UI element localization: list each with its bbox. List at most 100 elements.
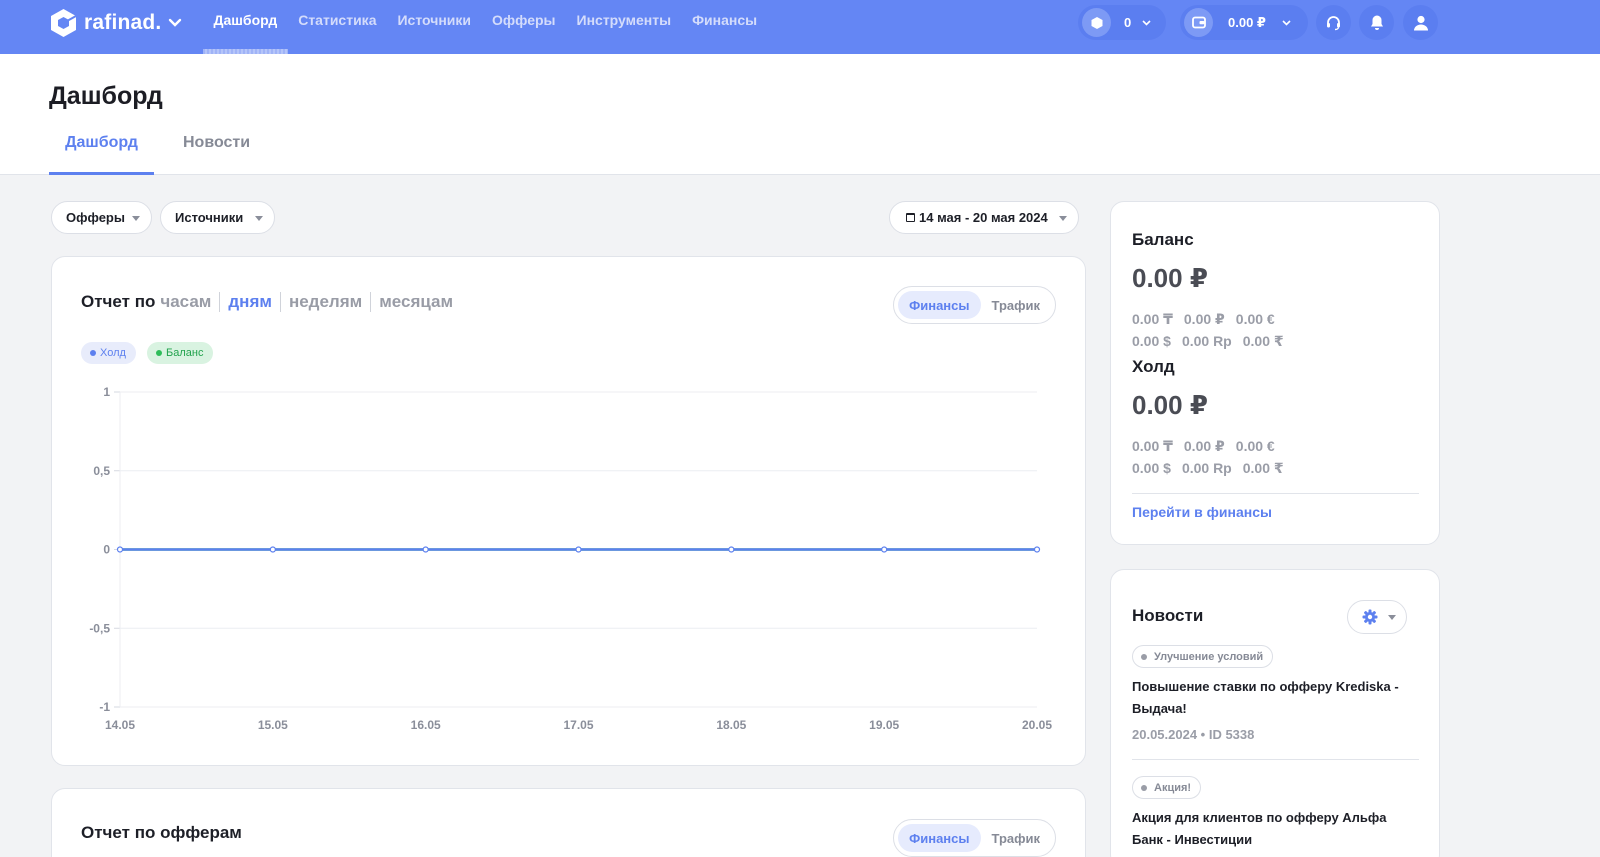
news-tag-label: Акция! — [1154, 781, 1192, 794]
nav-item-finance[interactable]: Финансы — [682, 0, 768, 54]
news-settings-dropdown[interactable] — [1347, 600, 1407, 634]
toggle-traffic[interactable]: Трафик — [981, 824, 1052, 852]
balance-title: Баланс — [1132, 230, 1194, 249]
notifications-button[interactable] — [1359, 5, 1394, 40]
page-header: Дашборд Дашборд Новости — [0, 54, 1600, 175]
nav-item-offers[interactable]: Офферы — [482, 0, 567, 54]
y-tick-label: -0,5 — [89, 621, 110, 635]
x-tick-label: 15.05 — [258, 718, 288, 732]
wallet-dropdown[interactable]: 0.00 ₽ — [1180, 5, 1308, 40]
x-tick-label: 18.05 — [716, 718, 746, 732]
brand-name: rafinad. — [84, 11, 162, 34]
sources-filter-dropdown[interactable]: Источники — [160, 201, 275, 234]
sources-filter-label: Источники — [175, 210, 244, 225]
hold-currencies-row: 0.00 ₸ 0.00 ₽ 0.00 € — [1132, 438, 1286, 455]
go-to-finance-link[interactable]: Перейти в финансы — [1132, 504, 1272, 520]
gear-icon — [1362, 609, 1378, 625]
balance-currencies-row: 0.00 ₸ 0.00 ₽ 0.00 € — [1132, 311, 1286, 328]
data-point — [728, 546, 735, 553]
report-card: Отчет по часам дням неделям месяцам Фина… — [51, 256, 1086, 766]
top-navigation-bar: rafinad. Дашборд Статистика Источники Оф… — [0, 0, 1600, 54]
logo-cube-icon — [51, 9, 77, 37]
tag-dot — [1141, 784, 1147, 791]
hold-currencies-row: 0.00 $ 0.00 Rp 0.00 ₹ — [1132, 460, 1295, 477]
currency-value: 0.00 $ — [1132, 333, 1171, 349]
x-tick-label: 17.05 — [563, 718, 593, 732]
offers-report-title: Отчет по офферам — [81, 823, 242, 842]
currency-value: 0.00 ₽ — [1183, 311, 1225, 327]
wallet-icon — [1184, 8, 1213, 37]
tab-dashboard[interactable]: Дашборд — [49, 134, 154, 175]
chevron-down-icon — [169, 18, 182, 27]
hold-amount: 0.00 ₽ — [1132, 390, 1208, 420]
currency-value: 0.00 ₹ — [1242, 333, 1284, 349]
x-tick-label: 20.05 — [1022, 718, 1052, 732]
tag-dot — [1141, 653, 1147, 660]
support-button[interactable] — [1316, 5, 1351, 40]
currency-value: 0.00 ₸ — [1132, 311, 1173, 327]
currency-value: 0.00 ₽ — [1183, 438, 1225, 454]
date-range-picker[interactable]: 14 мая - 20 мая 2024 — [889, 201, 1079, 234]
y-tick-label: -1 — [99, 700, 110, 714]
news-item-meta: 20.05.2024 • ID 5338 — [1132, 727, 1255, 742]
news-title: Новости — [1132, 606, 1204, 625]
offers-report-mode-toggle: Финансы Трафик — [893, 819, 1056, 857]
offers-filter-dropdown[interactable]: Офферы — [51, 201, 152, 234]
hold-title: Холд — [1132, 357, 1175, 376]
data-point — [269, 546, 276, 553]
nav-item-tools[interactable]: Инструменты — [566, 0, 682, 54]
data-point — [116, 546, 124, 553]
y-tick-label: 0 — [103, 543, 110, 557]
profile-button[interactable] — [1403, 5, 1438, 40]
divider — [1132, 493, 1419, 494]
news-card: Новости Улучшение условий Повышение став… — [1110, 569, 1440, 857]
data-point — [1033, 546, 1041, 553]
nav-item-statistics[interactable]: Статистика — [288, 0, 387, 54]
headset-icon — [1327, 16, 1340, 31]
currency-value: 0.00 € — [1235, 438, 1275, 454]
coins-value: 0 — [1124, 15, 1132, 30]
currency-value: 0.00 Rp — [1181, 460, 1232, 476]
news-tag-label: Улучшение условий — [1154, 650, 1264, 663]
currency-value: 0.00 € — [1235, 311, 1275, 327]
data-point — [422, 546, 429, 553]
divider — [1132, 759, 1419, 760]
caret-down-icon — [255, 216, 263, 221]
balance-amount: 0.00 ₽ — [1132, 263, 1208, 293]
caret-down-icon — [1388, 615, 1396, 620]
page-title: Дашборд — [49, 82, 163, 110]
news-tag: Акция! — [1132, 776, 1202, 799]
nav-item-sources[interactable]: Источники — [387, 0, 482, 54]
x-tick-label: 19.05 — [869, 718, 899, 732]
currency-value: 0.00 ₹ — [1242, 460, 1284, 476]
brand-logo[interactable]: rafinad. — [48, 8, 182, 38]
offers-filter-label: Офферы — [66, 210, 125, 225]
calendar-icon — [906, 213, 915, 222]
y-tick-label: 0,5 — [93, 464, 110, 478]
nav-item-dashboard[interactable]: Дашборд — [203, 0, 288, 54]
news-item-text[interactable]: Повышение ставки по офферу Krediska - Вы… — [1132, 676, 1412, 720]
line-chart: 1 0,5 0 -0,5 -1 14.05 15.05 16.05 17.05 18.05 19.0… — [89, 385, 1052, 732]
x-tick-label: 14.05 — [105, 718, 135, 732]
data-point — [881, 546, 888, 553]
main-nav: Дашборд Статистика Источники Офферы Инст… — [203, 0, 768, 54]
toggle-finance[interactable]: Финансы — [898, 824, 981, 852]
date-range-label: 14 мая - 20 мая 2024 — [919, 210, 1048, 225]
currency-value: 0.00 Rp — [1181, 333, 1232, 349]
chevron-down-icon — [1282, 19, 1291, 26]
offers-report-card: Отчет по офферам Финансы Трафик — [51, 788, 1086, 857]
news-item-text[interactable]: Акция для клиентов по офферу Альфа Банк … — [1132, 807, 1412, 851]
x-tick-label: 16.05 — [411, 718, 441, 732]
tab-news[interactable]: Новости — [183, 134, 250, 175]
user-icon — [1413, 15, 1428, 30]
balance-currencies-row: 0.00 $ 0.00 Rp 0.00 ₹ — [1132, 333, 1295, 350]
caret-down-icon — [132, 216, 140, 221]
caret-down-icon — [1059, 216, 1067, 221]
coins-dropdown[interactable]: 0 — [1078, 5, 1166, 40]
news-tag: Улучшение условий — [1132, 645, 1274, 668]
currency-value: 0.00 ₸ — [1132, 438, 1173, 454]
data-point — [575, 546, 582, 553]
chevron-down-icon — [1142, 19, 1151, 26]
balance-card: Баланс 0.00 ₽ 0.00 ₸ 0.00 ₽ 0.00 € 0.00 … — [1110, 201, 1440, 545]
bell-icon — [1370, 15, 1383, 30]
